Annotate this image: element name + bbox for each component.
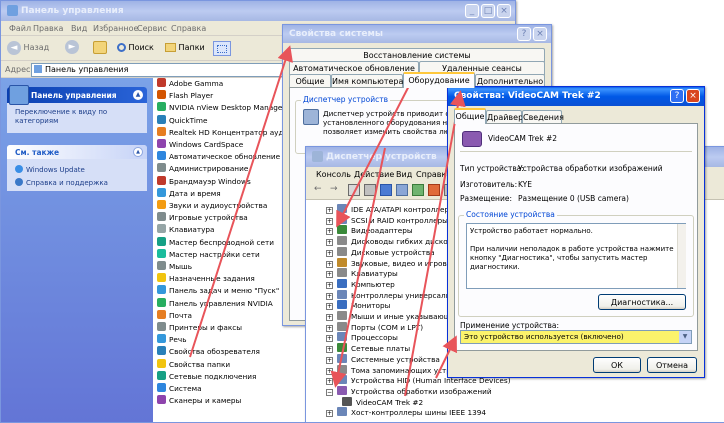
arrow-devmgr-to-camera [330, 147, 386, 388]
arrow-camera-to-props [404, 90, 466, 397]
arrow-usage [435, 335, 457, 379]
annotation-arrows [189, 45, 466, 397]
arrow-system-to-sysprops [189, 45, 293, 358]
arrow-hardware-to-devmgr [336, 79, 413, 228]
tab-dp-general[interactable]: Общие [454, 108, 486, 124]
tab-hardware[interactable]: Оборудование [403, 72, 475, 88]
